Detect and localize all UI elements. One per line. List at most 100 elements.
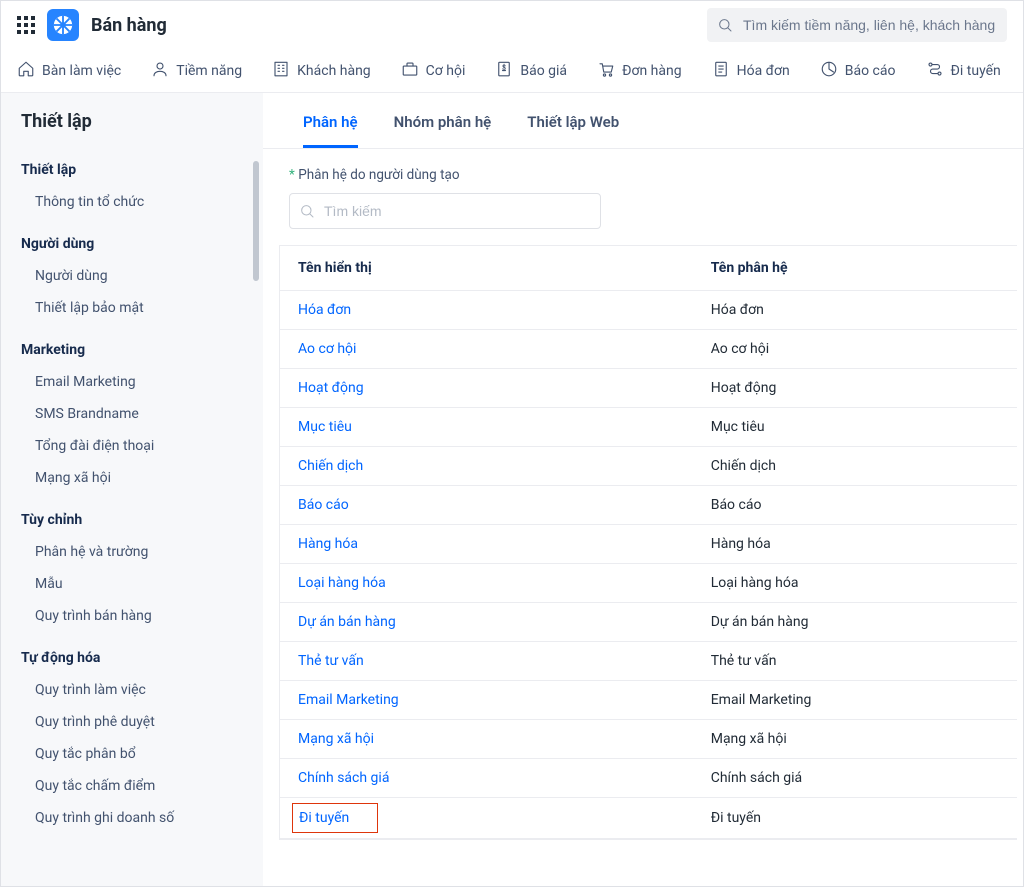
user-icon bbox=[151, 60, 169, 82]
module-display-name[interactable]: Mục tiêu bbox=[280, 408, 693, 447]
module-name: Đi tuyến bbox=[693, 798, 1017, 839]
app-logo[interactable] bbox=[47, 9, 79, 41]
cell-text: Chính sách giá bbox=[298, 770, 389, 786]
nav-label: Hóa đơn bbox=[737, 63, 790, 79]
table-row: Dự án bán hàngDự án bán hàng bbox=[280, 603, 1017, 642]
cell-text: Email Marketing bbox=[298, 692, 399, 708]
briefcase-icon bbox=[401, 60, 419, 82]
scrollbar-thumb[interactable] bbox=[253, 161, 259, 281]
tab-1[interactable]: Nhóm phân hệ bbox=[394, 113, 492, 148]
module-name: Chiến dịch bbox=[693, 447, 1017, 486]
modules-table: Tên hiển thị Tên phân hệ Hóa đơnHóa đơnA… bbox=[279, 245, 1017, 840]
table-row: Hóa đơnHóa đơn bbox=[280, 291, 1017, 330]
sidebar-item[interactable]: Tổng đài điện thoại bbox=[1, 430, 263, 462]
sidebar-item[interactable]: Người dùng bbox=[1, 260, 263, 292]
nav-item-1[interactable]: Tiềm năng bbox=[151, 60, 242, 82]
module-display-name[interactable]: Dự án bán hàng bbox=[280, 603, 693, 642]
module-name: Loại hàng hóa bbox=[693, 564, 1017, 603]
search-icon bbox=[299, 203, 315, 219]
cell-text: Thẻ tư vấn bbox=[298, 653, 364, 669]
table-row: Chiến dịch Chiến dịch bbox=[280, 447, 1017, 486]
search-icon bbox=[717, 17, 733, 33]
route-icon bbox=[926, 60, 944, 82]
user-module-note: * Phân hệ do người dùng tạo bbox=[263, 149, 1023, 193]
home-icon bbox=[17, 60, 35, 82]
sidebar-item[interactable]: Quy tắc chấm điểm bbox=[1, 770, 263, 802]
sidebar-item[interactable]: Quy trình bán hàng bbox=[1, 600, 263, 632]
sidebar-item[interactable]: SMS Brandname bbox=[1, 398, 263, 430]
module-display-name[interactable]: Thẻ tư vấn bbox=[280, 642, 693, 681]
nav-label: Tiềm năng bbox=[176, 63, 242, 79]
nav-item-5[interactable]: Đơn hàng bbox=[597, 60, 682, 82]
table-row: Hoạt động Hoạt động bbox=[280, 369, 1017, 408]
asterisk-icon: * bbox=[289, 167, 295, 183]
nav-item-3[interactable]: Cơ hội bbox=[401, 60, 466, 82]
module-display-name[interactable]: Chiến dịch bbox=[280, 447, 693, 486]
cell-text: Mạng xã hội bbox=[298, 731, 374, 747]
sidebar-section-1: Người dùngNgười dùngThiết lập bảo mật bbox=[1, 228, 263, 324]
cell-text: Hoạt động bbox=[298, 380, 364, 396]
module-display-name[interactable]: Ao cơ hội bbox=[280, 330, 693, 369]
table-row: Chính sách giá Chính sách giá bbox=[280, 759, 1017, 798]
app-header: Bán hàng bbox=[1, 1, 1023, 49]
nav-label: Khách hàng bbox=[297, 63, 371, 79]
nav-item-0[interactable]: Bàn làm việc bbox=[17, 60, 121, 82]
sidebar-section-label: Tùy chỉnh bbox=[1, 504, 263, 536]
module-display-name[interactable]: Email Marketing bbox=[280, 681, 693, 720]
sidebar-item[interactable]: Quy tắc phân bổ bbox=[1, 738, 263, 770]
tab-0[interactable]: Phân hệ bbox=[303, 113, 358, 148]
sidebar-item[interactable]: Quy trình làm việc bbox=[1, 674, 263, 706]
sidebar-item[interactable]: Mạng xã hội bbox=[1, 462, 263, 494]
module-display-name[interactable]: Báo cáo bbox=[280, 486, 693, 525]
content-area: Phân hệ Nhóm phân hệ Thiết lập Web * Phân … bbox=[263, 93, 1023, 886]
sidebar-section-label: Người dùng bbox=[1, 228, 263, 260]
module-display-name[interactable]: Đi tuyến bbox=[280, 798, 693, 839]
module-display-name[interactable]: Hàng hóa bbox=[280, 525, 693, 564]
sidebar-item[interactable]: Email Marketing bbox=[1, 366, 263, 398]
nav-item-6[interactable]: Hóa đơn bbox=[712, 60, 790, 82]
cell-text: Ao cơ hội bbox=[298, 341, 356, 357]
module-display-name[interactable]: Hoạt động bbox=[280, 369, 693, 408]
svg-text:$: $ bbox=[502, 62, 506, 71]
module-display-name[interactable]: Loại hàng hóa bbox=[280, 564, 693, 603]
main-nav: Bàn làm việc Tiềm năng Khách hàng Cơ hội $ Bá… bbox=[1, 49, 1023, 93]
sidebar-title: Thiết lập bbox=[1, 111, 263, 144]
nav-item-4[interactable]: $ Báo giá bbox=[495, 60, 567, 82]
column-header-display: Tên hiển thị bbox=[280, 246, 693, 291]
sidebar-section-label: Marketing bbox=[1, 334, 263, 366]
module-name: Hoạt động bbox=[693, 369, 1017, 408]
nav-label: Báo giá bbox=[520, 63, 567, 79]
cell-text: Chiến dịch bbox=[298, 458, 363, 474]
nav-item-2[interactable]: Khách hàng bbox=[272, 60, 371, 82]
module-name: Mục tiêu bbox=[693, 408, 1017, 447]
module-name: Hóa đơn bbox=[693, 291, 1017, 330]
table-row: Ao cơ hội Ao cơ hội bbox=[280, 330, 1017, 369]
sidebar-item[interactable]: Quy trình ghi doanh số bbox=[1, 802, 263, 834]
report-icon bbox=[820, 60, 838, 82]
sidebar-item[interactable]: Phân hệ và trường bbox=[1, 536, 263, 568]
sidebar-item[interactable]: Thiết lập bảo mật bbox=[1, 292, 263, 324]
nav-label: Đi tuyến bbox=[951, 63, 1001, 79]
module-search-input[interactable] bbox=[289, 193, 601, 229]
tab-2[interactable]: Thiết lập Web bbox=[527, 113, 619, 148]
table-row: Loại hàng hóaLoại hàng hóa bbox=[280, 564, 1017, 603]
global-search-input[interactable] bbox=[707, 8, 1007, 42]
sidebar-item[interactable]: Quy trình phê duyệt bbox=[1, 706, 263, 738]
nav-item-8[interactable]: Đi tuyến bbox=[926, 60, 1001, 82]
cell-text: Báo cáo bbox=[298, 497, 349, 513]
sidebar-item[interactable]: Thông tin tổ chức bbox=[1, 186, 263, 218]
nav-label: Cơ hội bbox=[426, 63, 466, 79]
nav-label: Báo cáo bbox=[845, 63, 896, 79]
module-name: Chính sách giá bbox=[693, 759, 1017, 798]
module-display-name[interactable]: Chính sách giá bbox=[280, 759, 693, 798]
module-name: Ao cơ hội bbox=[693, 330, 1017, 369]
module-display-name[interactable]: Hóa đơn bbox=[280, 291, 693, 330]
module-display-name[interactable]: Mạng xã hội bbox=[280, 720, 693, 759]
nav-item-7[interactable]: Báo cáo bbox=[820, 60, 896, 82]
apps-menu-icon[interactable] bbox=[17, 16, 35, 34]
sidebar-section-4: Tự động hóaQuy trình làm việcQuy trình p… bbox=[1, 642, 263, 834]
column-header-module: Tên phân hệ bbox=[693, 246, 1017, 291]
sidebar-section-label: Thiết lập bbox=[1, 154, 263, 186]
app-title: Bán hàng bbox=[91, 15, 167, 36]
sidebar-item[interactable]: Mẫu bbox=[1, 568, 263, 600]
